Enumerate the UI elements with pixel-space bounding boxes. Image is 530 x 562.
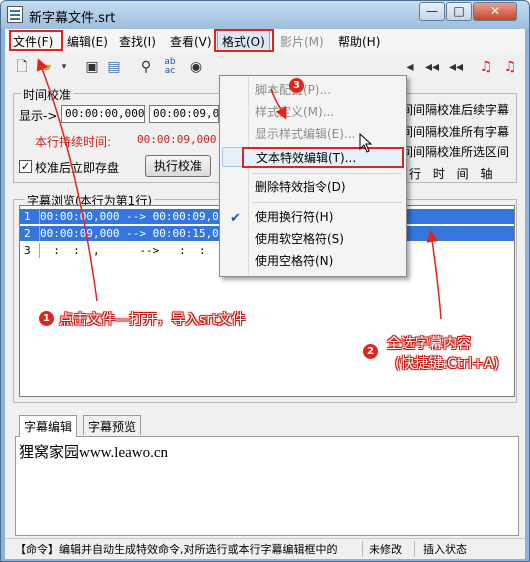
app-window: 新字幕文件.srt — □ ✕ 文件(F) 编辑(E) 查找(I) 查看(V) … — [0, 0, 530, 562]
step2-text: 全选字幕内容 — [387, 336, 471, 352]
arrow-to-file-menu — [36, 58, 98, 302]
mouse-cursor-icon — [359, 133, 373, 153]
arrow-to-subtitle-list — [426, 230, 442, 320]
step1-text: 点击文件—打开，导入srt文件 — [59, 312, 246, 328]
step3-badge: 3 — [289, 78, 304, 93]
tab-subtitle-edit[interactable]: 字幕编辑 — [19, 415, 78, 437]
arrow-to-text-effect — [270, 88, 287, 120]
step1-badge: 1 — [39, 311, 54, 326]
step2-badge: 2 — [363, 344, 378, 359]
annotation-arrows — [36, 58, 442, 320]
step2-shortcut: (快捷键:Ctrl+A) — [395, 356, 499, 372]
